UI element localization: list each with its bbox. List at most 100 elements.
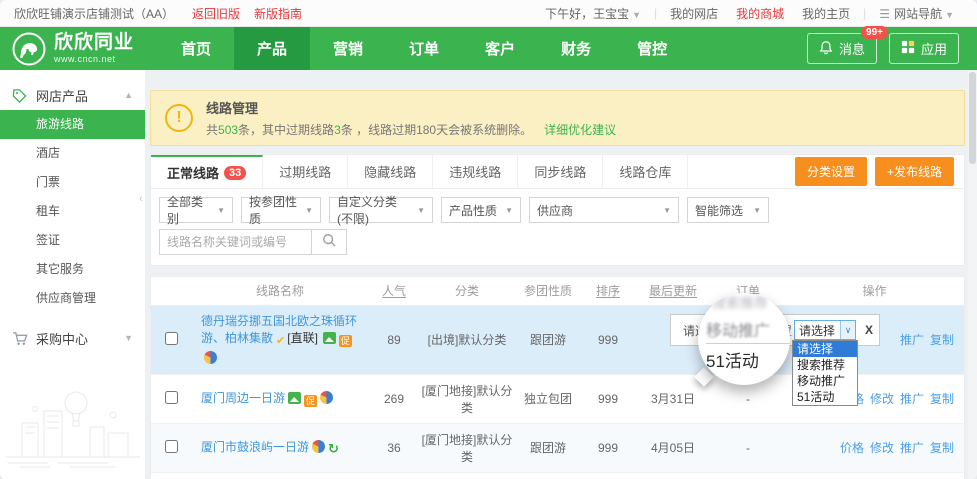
row-checkbox[interactable] bbox=[165, 391, 178, 404]
column-header-label: 分类 bbox=[455, 284, 479, 298]
my-shop-link[interactable]: 我的网店 bbox=[670, 5, 718, 22]
scrollbar-thumb[interactable] bbox=[969, 72, 976, 164]
panel-close-button[interactable]: X bbox=[865, 323, 873, 337]
filter-label: 产品性质 bbox=[449, 202, 497, 219]
sidebar-item-供应商管理[interactable]: 供应商管理 bbox=[0, 284, 145, 313]
category-cell: [国内]默认分类 bbox=[419, 472, 515, 479]
filter-label: 自定义分类(不限) bbox=[337, 193, 409, 227]
dropdown-option-移动推广[interactable]: 移动推广 bbox=[793, 373, 857, 389]
brand-text: 欣欣同业 www.cncn.net bbox=[54, 33, 134, 64]
filter-select-自定义分类(不限)[interactable]: 自定义分类(不限)▼ bbox=[329, 197, 433, 223]
operations-cell: 价格修改推广复制 bbox=[785, 423, 964, 472]
column-header-排序[interactable]: 排序 bbox=[581, 277, 635, 305]
tab-label: 过期线路 bbox=[279, 162, 331, 181]
publish-route-button[interactable]: +发布线路 bbox=[875, 157, 954, 186]
checkbox-cell bbox=[151, 305, 191, 374]
op-link-修改[interactable]: 修改 bbox=[870, 441, 894, 455]
category-settings-button[interactable]: 分类设置 bbox=[795, 157, 867, 186]
row-checkbox[interactable] bbox=[165, 332, 178, 345]
op-link-复制[interactable]: 复制 bbox=[930, 392, 954, 406]
messages-button[interactable]: 消息 99+ bbox=[807, 33, 877, 64]
tab-同步线路[interactable]: 同步线路 bbox=[518, 155, 603, 188]
column-header-参团性质: 参团性质 bbox=[515, 277, 581, 305]
sidebar-item-租车[interactable]: 租车 bbox=[0, 197, 145, 226]
sidebar-item-签证[interactable]: 签证 bbox=[0, 226, 145, 255]
new-guide-link[interactable]: 新版指南 bbox=[254, 5, 302, 22]
filter-select-按参团性质[interactable]: 按参团性质▼ bbox=[241, 197, 321, 223]
search-row bbox=[151, 223, 964, 265]
guarantee-icon bbox=[312, 440, 325, 453]
brand[interactable]: 欣欣同业 www.cncn.net bbox=[0, 27, 158, 70]
loupe-line-3: 51活动 bbox=[706, 343, 790, 372]
verified-icon: ✔ bbox=[276, 333, 285, 350]
nav-item-营销[interactable]: 营销 bbox=[310, 27, 386, 70]
sidebar-item-酒店[interactable]: 酒店 bbox=[0, 139, 145, 168]
back-to-old-link[interactable]: 返回旧版 bbox=[192, 5, 240, 22]
op-link-推广[interactable]: 推广 bbox=[900, 333, 924, 347]
tab-线路仓库[interactable]: 线路仓库 bbox=[603, 155, 688, 188]
dropdown-option-请选择[interactable]: 请选择 bbox=[793, 341, 857, 357]
greeting-menu[interactable]: 下午好，王宝宝▼ bbox=[545, 5, 641, 22]
tab-过期线路[interactable]: 过期线路 bbox=[263, 155, 348, 188]
optimize-suggestion-link[interactable]: 详细优化建议 bbox=[544, 123, 616, 137]
promotion-select[interactable]: 请选择 ∨ bbox=[794, 320, 856, 340]
filters-card: 正常线路33 过期线路隐藏线路违规线路同步线路线路仓库 分类设置 +发布线路 全部… bbox=[150, 154, 965, 266]
sidebar-item-门票[interactable]: 门票 bbox=[0, 168, 145, 197]
sort-cell: 999 bbox=[581, 472, 635, 479]
column-header-人气[interactable]: 人气 bbox=[369, 277, 419, 305]
route-title-link[interactable]: 厦门市鼓浪屿一日游 bbox=[201, 440, 309, 454]
app-grid-icon bbox=[901, 40, 915, 57]
search-button[interactable] bbox=[311, 229, 347, 255]
nav-item-首页[interactable]: 首页 bbox=[158, 27, 234, 70]
dropdown-option-51活动[interactable]: 51活动 bbox=[793, 389, 857, 405]
sidebar-collapse-handle[interactable]: ‹ bbox=[136, 182, 146, 216]
op-link-推广[interactable]: 推广 bbox=[900, 392, 924, 406]
row-checkbox[interactable] bbox=[165, 440, 178, 453]
sidebar-section-网店产品[interactable]: 网店产品▲ bbox=[0, 80, 145, 110]
column-header-label: 排序 bbox=[596, 284, 620, 298]
magnifier-loupe: 搜索推荐 移动推广 51活动 bbox=[698, 293, 790, 385]
notice-banner: ! 线路管理 共503条，其中过期线路3条 ，线路过期180天会被系统删除。详细… bbox=[150, 90, 965, 146]
op-link-推广[interactable]: 推广 bbox=[900, 441, 924, 455]
search-input[interactable] bbox=[159, 229, 311, 255]
filter-select-产品性质[interactable]: 产品性质▼ bbox=[441, 197, 521, 223]
apps-button[interactable]: 应用 bbox=[889, 33, 959, 64]
sidebar-section-采购中心[interactable]: 采购中心▼ bbox=[0, 323, 145, 353]
vertical-scrollbar[interactable] bbox=[968, 70, 977, 479]
op-link-复制[interactable]: 复制 bbox=[930, 333, 954, 347]
dropdown-option-搜索推荐[interactable]: 搜索推荐 bbox=[793, 357, 857, 373]
route-title-link[interactable]: 厦门周边一日游 bbox=[201, 391, 285, 405]
my-mall-link[interactable]: 我的商城 bbox=[736, 5, 784, 22]
notice-text: 共503条，其中过期线路3条 ，线路过期180天会被系统删除。详细优化建议 bbox=[206, 121, 616, 138]
chevron-down-icon: ∨ bbox=[840, 321, 855, 339]
chevron-down-icon: ▼ bbox=[945, 10, 954, 20]
site-nav-menu[interactable]: ☰网站导航▼ bbox=[879, 5, 954, 22]
tab-违规线路[interactable]: 违规线路 bbox=[433, 155, 518, 188]
sort-cell: 999 bbox=[581, 305, 635, 374]
filter-select-智能筛选[interactable]: 智能筛选▼ bbox=[687, 197, 769, 223]
tab-隐藏线路[interactable]: 隐藏线路 bbox=[348, 155, 433, 188]
nav-item-客户[interactable]: 客户 bbox=[462, 27, 538, 70]
nav-item-管控[interactable]: 管控 bbox=[614, 27, 690, 70]
guarantee-icon bbox=[320, 391, 333, 404]
sidebar-item-旅游线路[interactable]: 旅游线路 bbox=[0, 110, 145, 139]
op-link-价格[interactable]: 价格 bbox=[840, 441, 864, 455]
sidebar-item-其它服务[interactable]: 其它服务 bbox=[0, 255, 145, 284]
tabs: 正常线路33 过期线路隐藏线路违规线路同步线路线路仓库 bbox=[151, 155, 688, 188]
column-header-最后更新[interactable]: 最后更新 bbox=[635, 277, 711, 305]
column-header-分类: 分类 bbox=[419, 277, 515, 305]
column-header-label: 操作 bbox=[862, 284, 886, 298]
op-link-复制[interactable]: 复制 bbox=[930, 441, 954, 455]
popularity-cell: 269 bbox=[369, 374, 419, 423]
my-home-link[interactable]: 我的主页 bbox=[802, 5, 850, 22]
filter-select-全部类别[interactable]: 全部类别▼ bbox=[159, 197, 233, 223]
bell-icon bbox=[819, 40, 833, 58]
filter-select-供应商[interactable]: 供应商▼ bbox=[529, 197, 679, 223]
tab-count-badge: 33 bbox=[224, 166, 246, 180]
promotion-dropdown-list: 请选择搜索推荐移动推广51活动 bbox=[792, 340, 858, 406]
nav-item-产品[interactable]: 产品 bbox=[234, 27, 310, 70]
op-link-修改[interactable]: 修改 bbox=[870, 392, 894, 406]
nav-item-财务[interactable]: 财务 bbox=[538, 27, 614, 70]
tab-正常线路[interactable]: 正常线路33 bbox=[151, 155, 263, 188]
nav-item-订单[interactable]: 订单 bbox=[386, 27, 462, 70]
